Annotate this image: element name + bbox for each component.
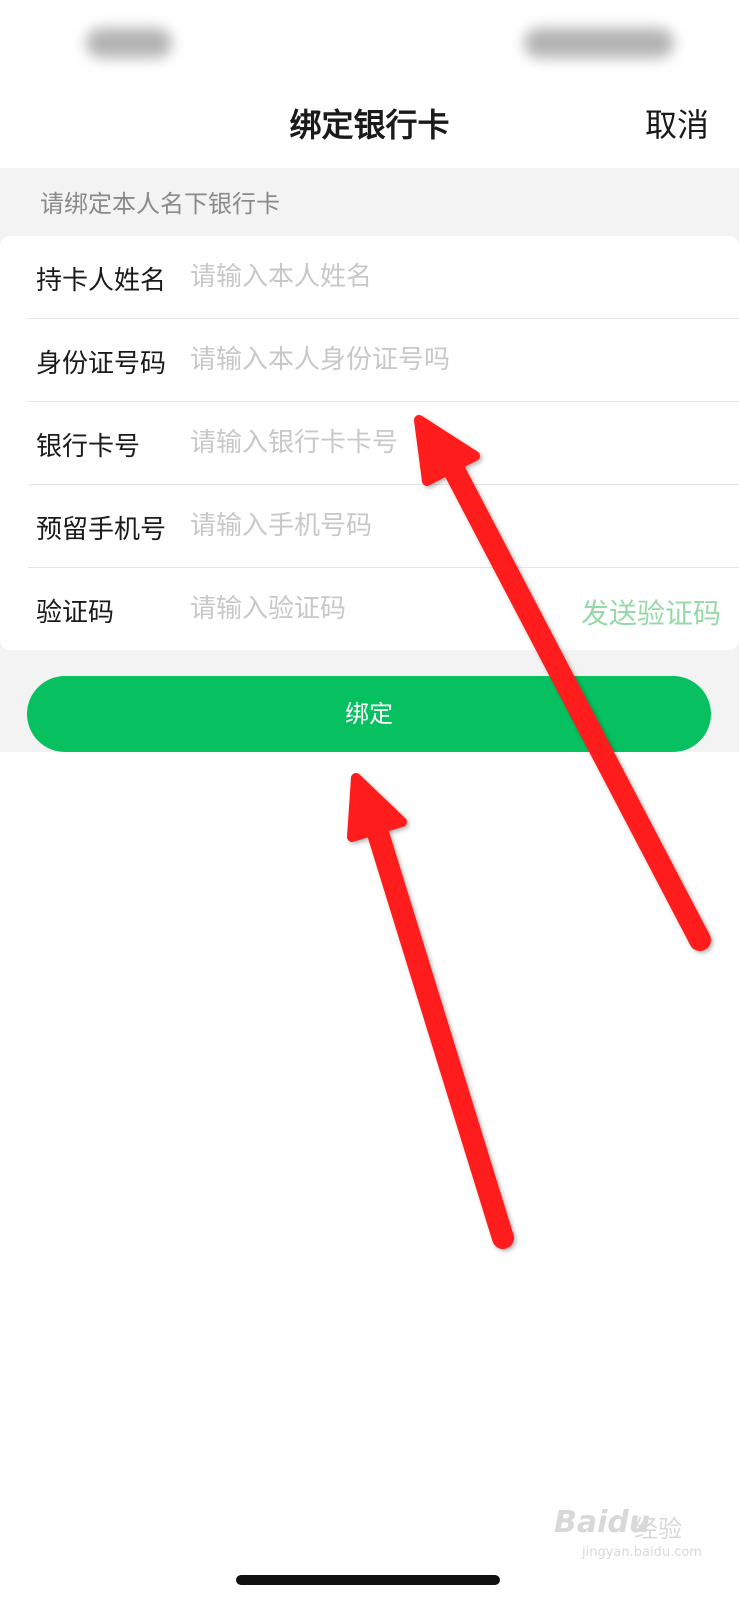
page-title: 绑定银行卡	[289, 106, 450, 144]
id-number-label: 身份证号码	[36, 349, 167, 379]
status-bar	[0, 0, 739, 92]
verification-code-input[interactable]	[190, 586, 510, 632]
cancel-button[interactable]: 取消	[645, 100, 709, 146]
form-row-phone: 预留手机号	[28, 485, 739, 568]
form-row-cardholder-name: 持卡人姓名	[28, 236, 739, 319]
bind-button[interactable]: 绑定	[27, 676, 711, 752]
card-number-input[interactable]	[190, 420, 570, 466]
card-number-label: 银行卡号	[36, 432, 141, 462]
form-row-card-number: 银行卡号	[28, 402, 739, 485]
cardholder-name-label: 持卡人姓名	[36, 266, 167, 296]
baidu-watermark: Baidu 经验 jingyan.baidu.com	[552, 1505, 702, 1565]
send-code-button[interactable]: 发送验证码	[581, 592, 721, 632]
form-card: 持卡人姓名 身份证号码 银行卡号 预留手机号 验证码 发送验证码	[0, 236, 739, 650]
watermark-url: jingyan.baidu.com	[582, 1545, 702, 1560]
id-number-input[interactable]	[190, 337, 570, 383]
watermark-cn-text: 经验	[634, 1515, 682, 1543]
annotation-arrow-lower	[347, 773, 514, 1249]
form-hint: 请绑定本人名下银行卡	[40, 190, 280, 218]
form-row-id-number: 身份证号码	[28, 319, 739, 402]
phone-label: 预留手机号	[36, 515, 167, 545]
cardholder-name-input[interactable]	[190, 254, 570, 300]
form-section: 请绑定本人名下银行卡 持卡人姓名 身份证号码 银行卡号 预留手机号 验证码 发送…	[0, 168, 739, 752]
home-indicator[interactable]	[236, 1575, 500, 1585]
form-row-verification-code: 验证码 发送验证码	[28, 568, 739, 651]
phone-input[interactable]	[190, 503, 570, 549]
verification-code-label: 验证码	[36, 598, 115, 628]
status-time-blurred	[86, 28, 172, 58]
navigation-bar: 绑定银行卡 取消	[0, 92, 739, 168]
status-icons-blurred	[524, 28, 674, 58]
